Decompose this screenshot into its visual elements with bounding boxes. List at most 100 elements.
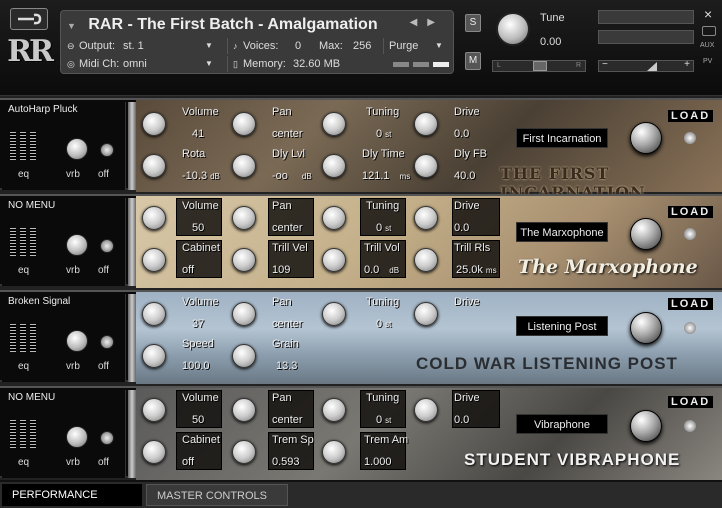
slot-menu[interactable]: NO MENU bbox=[8, 200, 55, 211]
param-label: Tuning bbox=[366, 106, 400, 118]
tune-knob[interactable] bbox=[496, 12, 530, 46]
volume-slider[interactable]: − + bbox=[598, 59, 694, 72]
pan-knob[interactable] bbox=[232, 112, 256, 136]
reverb-knob[interactable] bbox=[66, 426, 88, 448]
memory-meter-segment bbox=[413, 62, 429, 67]
volume-knob[interactable] bbox=[142, 112, 166, 136]
param-value: 0 bbox=[376, 318, 383, 330]
bypass-switch[interactable] bbox=[100, 239, 114, 253]
tab-master-controls[interactable]: MASTER CONTROLS bbox=[146, 484, 288, 506]
slot-divider bbox=[128, 294, 136, 382]
midi-channel-select[interactable]: omni bbox=[123, 56, 147, 72]
reverb-knob[interactable] bbox=[66, 138, 88, 160]
volume-knob[interactable] bbox=[142, 398, 166, 422]
pan-slider[interactable]: L R bbox=[492, 60, 586, 72]
pv-label[interactable]: PV bbox=[703, 58, 712, 65]
wrench-icon[interactable] bbox=[10, 8, 48, 30]
param-unit: ms bbox=[399, 172, 411, 181]
minimize-icon[interactable] bbox=[702, 26, 716, 36]
tab-performance[interactable]: PERFORMANCE bbox=[2, 484, 142, 506]
instrument-rack: AutoHarp Pluck eq vrb off Volume 41 Pan … bbox=[0, 96, 722, 480]
bypass-switch[interactable] bbox=[100, 143, 114, 157]
delay-feedback-knob[interactable] bbox=[414, 154, 438, 178]
purge-dropdown-icon[interactable]: ▼ bbox=[435, 38, 443, 54]
speed-knob[interactable] bbox=[142, 344, 166, 368]
load-button[interactable]: LOAD bbox=[668, 298, 714, 310]
drive-knob[interactable] bbox=[414, 302, 438, 326]
load-button[interactable]: LOAD bbox=[668, 206, 714, 218]
instrument-name-field[interactable]: Listening Post bbox=[516, 316, 608, 336]
instrument-name-field[interactable]: The Marxophone bbox=[516, 222, 608, 242]
purge-button[interactable]: Purge bbox=[389, 38, 418, 54]
load-button[interactable]: LOAD bbox=[668, 110, 714, 122]
memory-icon: ▯ bbox=[233, 59, 238, 69]
max-voices-value[interactable]: 256 bbox=[353, 38, 371, 54]
delay-level-knob[interactable] bbox=[232, 154, 256, 178]
solo-button[interactable]: S bbox=[465, 14, 481, 32]
prev-instrument-icon[interactable]: ◀ bbox=[410, 17, 428, 28]
trill-velocity-knob[interactable] bbox=[232, 248, 256, 272]
trill-release-knob[interactable] bbox=[414, 248, 438, 272]
pan-knob[interactable] bbox=[232, 398, 256, 422]
bypass-switch[interactable] bbox=[100, 335, 114, 349]
load-browse-knob[interactable] bbox=[630, 312, 662, 344]
tuning-knob[interactable] bbox=[322, 398, 346, 422]
pan-knob[interactable] bbox=[232, 302, 256, 326]
rota-knob[interactable] bbox=[142, 154, 166, 178]
eq-faders[interactable] bbox=[10, 228, 44, 256]
load-select-dot[interactable] bbox=[684, 322, 696, 334]
load-select-dot[interactable] bbox=[684, 132, 696, 144]
eq-faders[interactable] bbox=[10, 132, 44, 160]
drive-knob[interactable] bbox=[414, 206, 438, 230]
trill-volume-knob[interactable] bbox=[322, 248, 346, 272]
bypass-switch[interactable] bbox=[100, 431, 114, 445]
load-select-dot[interactable] bbox=[684, 228, 696, 240]
tremolo-speed-knob[interactable] bbox=[232, 440, 256, 464]
drive-knob[interactable] bbox=[414, 112, 438, 136]
eq-faders[interactable] bbox=[10, 420, 44, 448]
delay-time-knob[interactable] bbox=[322, 154, 346, 178]
param-unit: st bbox=[385, 224, 392, 233]
reverb-knob[interactable] bbox=[66, 234, 88, 256]
memory-meter-segment bbox=[393, 62, 409, 67]
param-label: Cabinet bbox=[182, 242, 220, 254]
slot-artwork: Volume 37 Pan center Tuning 0st Drive Sp… bbox=[136, 292, 722, 384]
reverb-knob[interactable] bbox=[66, 330, 88, 352]
param-value: 1.000 bbox=[364, 456, 392, 468]
pan-slider-handle[interactable] bbox=[533, 61, 547, 71]
load-select-dot[interactable] bbox=[684, 420, 696, 432]
grain-knob[interactable] bbox=[232, 344, 256, 368]
slot-menu[interactable]: Broken Signal bbox=[8, 296, 70, 307]
param-label: Cabinet bbox=[182, 434, 220, 446]
tuning-knob[interactable] bbox=[322, 112, 346, 136]
load-button[interactable]: LOAD bbox=[668, 396, 714, 408]
output-select[interactable]: st. 1 bbox=[123, 38, 144, 54]
volume-knob[interactable] bbox=[142, 206, 166, 230]
volume-slider-handle[interactable] bbox=[647, 62, 657, 71]
instrument-menu-arrow-icon[interactable]: ▼ bbox=[67, 21, 76, 31]
load-browse-knob[interactable] bbox=[630, 410, 662, 442]
close-button[interactable]: × bbox=[704, 6, 712, 22]
instrument-name-field[interactable]: Vibraphone bbox=[516, 414, 608, 434]
cabinet-knob[interactable] bbox=[142, 440, 166, 464]
tuning-knob[interactable] bbox=[322, 302, 346, 326]
load-browse-knob[interactable] bbox=[630, 218, 662, 250]
drive-knob[interactable] bbox=[414, 398, 438, 422]
midi-dropdown-icon[interactable]: ▼ bbox=[205, 56, 213, 72]
slot-menu[interactable]: NO MENU bbox=[8, 392, 55, 403]
pan-knob[interactable] bbox=[232, 206, 256, 230]
mute-button[interactable]: M bbox=[465, 52, 481, 70]
output-dropdown-icon[interactable]: ▼ bbox=[205, 38, 213, 54]
instrument-name-field[interactable]: First Incarnation bbox=[516, 128, 608, 148]
param-unit: st bbox=[385, 416, 392, 425]
instrument-title[interactable]: RAR - The First Batch - Amalgamation bbox=[88, 16, 377, 33]
slot-menu[interactable]: AutoHarp Pluck bbox=[8, 104, 77, 115]
tuning-knob[interactable] bbox=[322, 206, 346, 230]
load-browse-knob[interactable] bbox=[630, 122, 662, 154]
next-instrument-icon[interactable]: ▶ bbox=[427, 17, 445, 28]
aux-label[interactable]: AUX bbox=[700, 42, 714, 49]
cabinet-knob[interactable] bbox=[142, 248, 166, 272]
tremolo-amount-knob[interactable] bbox=[322, 440, 346, 464]
eq-faders[interactable] bbox=[10, 324, 44, 352]
volume-knob[interactable] bbox=[142, 302, 166, 326]
